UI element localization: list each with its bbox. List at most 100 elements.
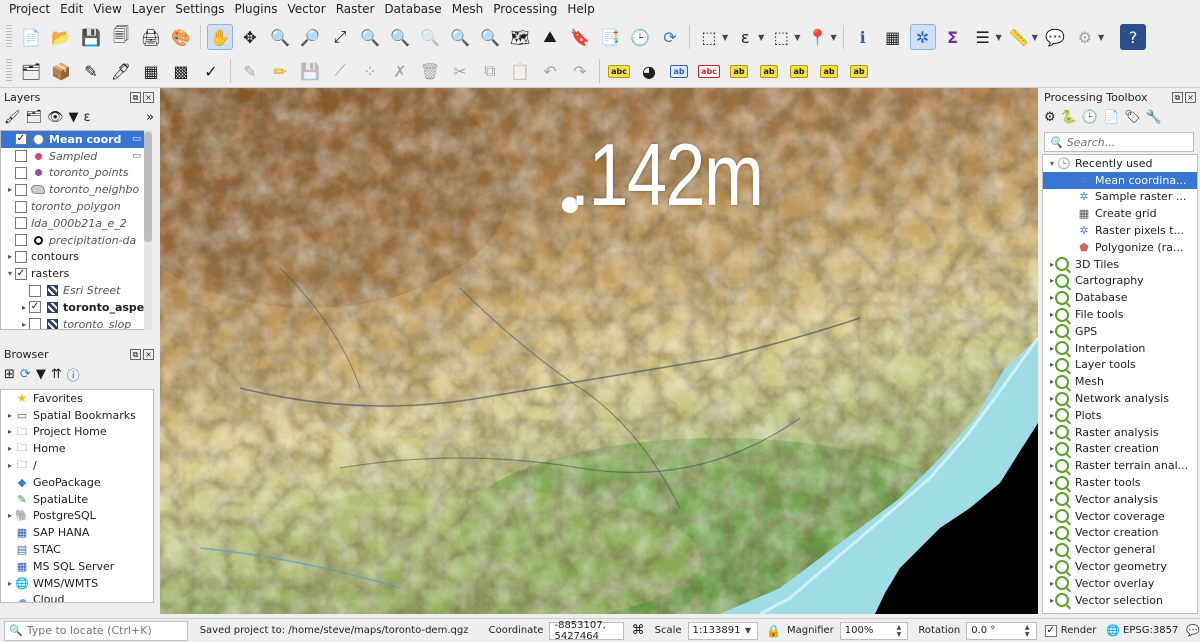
move-label-icon[interactable]: ab xyxy=(786,58,812,84)
expander-icon[interactable]: ▸ xyxy=(5,427,15,436)
layer-checkbox[interactable] xyxy=(15,200,27,213)
locator-input[interactable] xyxy=(26,624,187,637)
expression-filter-icon[interactable]: ε xyxy=(84,110,91,125)
undo-icon[interactable]: ↶ xyxy=(537,58,563,84)
layer-row[interactable]: ▸ ✓ toronto_aspe xyxy=(1,299,151,316)
editing-icon[interactable]: ▭ xyxy=(132,151,141,161)
browser-item[interactable]: ◆ GeoPackage xyxy=(1,474,153,491)
select-by-expression-icon[interactable]: ε xyxy=(732,24,758,50)
copy-icon[interactable]: ⧉ xyxy=(477,58,503,84)
layer-row[interactable]: ▸ contours xyxy=(1,249,151,266)
attribute-table-icon[interactable]: ▦ xyxy=(880,24,906,50)
algorithm-item[interactable]: ✲ Sample raster ... xyxy=(1043,189,1197,206)
layer-checkbox[interactable] xyxy=(29,318,41,329)
deselect-icon[interactable]: ⬚ xyxy=(768,24,794,50)
zoom-in-icon[interactable]: 🔍 xyxy=(267,24,293,50)
layer-checkbox[interactable] xyxy=(15,234,27,247)
layer-checkbox[interactable] xyxy=(15,217,27,230)
toolbar-handle[interactable] xyxy=(6,59,12,83)
coordinate-field[interactable]: -8853107, 5427464 xyxy=(549,620,624,642)
diagram-icon[interactable]: ◕ xyxy=(636,58,662,84)
scrollbar-thumb[interactable] xyxy=(144,132,152,242)
digitize-icon[interactable]: ✎ xyxy=(78,58,104,84)
browser-item[interactable]: ★ Favorites xyxy=(1,390,153,407)
algorithm-group[interactable]: ▸ Plots xyxy=(1043,407,1197,424)
algorithm-group[interactable]: ▸ Network analysis xyxy=(1043,390,1197,407)
zoom-selection-icon[interactable]: 🔍 xyxy=(357,24,383,50)
scale-field[interactable]: 1:133891 ▼ xyxy=(687,621,759,640)
filter-icon[interactable]: ▼ xyxy=(69,110,79,125)
zoom-last-icon[interactable]: 🔍 xyxy=(447,24,473,50)
layer-row[interactable]: precipitation-da xyxy=(1,232,151,249)
vertex-tool-icon[interactable]: ⁘ xyxy=(357,58,383,84)
more-icon[interactable]: » xyxy=(146,110,154,125)
expander-icon[interactable]: ▸ xyxy=(5,185,15,194)
visibility-icon[interactable]: 👁 xyxy=(47,110,64,125)
layer-checkbox[interactable] xyxy=(29,284,41,297)
toolbar-handle[interactable] xyxy=(6,25,12,49)
algorithm-group[interactable]: ▸ File tools xyxy=(1043,306,1197,323)
zoom-full-icon[interactable]: ⤢ xyxy=(327,24,353,50)
browser-item[interactable]: ▦ SAP HANA xyxy=(1,524,153,541)
algorithm-item[interactable]: ▦ Create grid xyxy=(1043,205,1197,222)
browser-item[interactable]: ✎ SpatiaLite xyxy=(1,491,153,508)
chevron-down-icon[interactable]: ▼ xyxy=(758,33,764,42)
statistics-icon[interactable]: Σ xyxy=(940,24,966,50)
menu-project[interactable]: Project xyxy=(4,0,55,19)
show-bookmarks-icon[interactable]: 📑 xyxy=(597,24,623,50)
algorithm-group[interactable]: ▸ Vector coverage xyxy=(1043,508,1197,525)
crs-icon[interactable]: 🌐 xyxy=(1106,624,1120,637)
menu-processing[interactable]: Processing xyxy=(488,0,562,19)
change-label-icon[interactable]: ab xyxy=(846,58,872,84)
select-by-location-icon[interactable]: 📍 xyxy=(804,24,830,50)
map-canvas[interactable]: .142m xyxy=(160,88,1038,614)
expander-icon[interactable]: ▸ xyxy=(5,579,15,588)
algorithm-group[interactable]: ▸ Vector geometry xyxy=(1043,558,1197,575)
delete-selected-icon[interactable]: 🗑 xyxy=(417,58,443,84)
refresh-icon[interactable]: ⟳ xyxy=(20,367,31,382)
algorithm-group[interactable]: ▸ Vector overlay xyxy=(1043,575,1197,592)
layer-row[interactable]: toronto_polygon xyxy=(1,198,151,215)
georeferencer-icon[interactable]: ▩ xyxy=(168,58,194,84)
modify-attributes-icon[interactable]: ✗ xyxy=(387,58,413,84)
expander-icon[interactable]: ▾ xyxy=(1047,159,1057,168)
info-icon[interactable]: ⓘ xyxy=(67,365,80,384)
pin-labels-icon[interactable]: ab xyxy=(726,58,752,84)
menu-database[interactable]: Database xyxy=(379,0,446,19)
lock-icon[interactable]: 🔒 xyxy=(766,624,781,638)
render-checkbox[interactable]: ✓ xyxy=(1044,624,1057,637)
algorithm-group[interactable]: ▸ GPS xyxy=(1043,323,1197,340)
float-icon[interactable]: ⧉ xyxy=(130,91,141,103)
expander-icon[interactable]: ▸ xyxy=(5,252,15,261)
menu-vector[interactable]: Vector xyxy=(282,0,330,19)
algorithm-group[interactable]: ▸ Raster analysis xyxy=(1043,424,1197,441)
show-hide-labels-icon[interactable]: ab xyxy=(756,58,782,84)
layers-scrollbar[interactable] xyxy=(144,130,152,330)
zoom-next-icon[interactable]: 🔍 xyxy=(477,24,503,50)
browser-item[interactable]: ▸ 🗀 / xyxy=(1,457,153,474)
processing-toolbox-icon[interactable]: ✲ xyxy=(909,24,936,50)
toggle-editing-icon[interactable]: ✏ xyxy=(267,58,293,84)
layer-row[interactable]: ▾ ✓ rasters xyxy=(1,265,151,282)
add-selected-icon[interactable]: ⊞ xyxy=(4,367,15,382)
layer-checkbox[interactable]: ✓ xyxy=(15,267,27,280)
layer-checkbox[interactable] xyxy=(15,183,27,196)
expander-icon[interactable]: ▸ xyxy=(5,444,15,453)
map-tips-icon[interactable]: 💬 xyxy=(1042,24,1068,50)
processing-search-input[interactable] xyxy=(1066,135,1187,149)
close-icon[interactable]: × xyxy=(1185,91,1196,103)
chevron-down-icon[interactable]: ▼ xyxy=(1098,33,1104,42)
recently-used-group[interactable]: ▾ 🕒 Recently used xyxy=(1043,155,1197,172)
float-icon[interactable]: ⧉ xyxy=(1172,91,1183,103)
collapse-all-icon[interactable]: ⇈ xyxy=(51,367,62,382)
toggle-extents-icon[interactable]: ⌘ xyxy=(632,623,645,638)
browser-item[interactable]: ▸ 🗀 Project Home xyxy=(1,424,153,441)
menu-layer[interactable]: Layer xyxy=(127,0,170,19)
locator-icon[interactable]: ⚙ xyxy=(1072,24,1098,50)
pencil-icon[interactable]: 🖊 xyxy=(108,58,134,84)
pan-to-selection-icon[interactable]: ✥ xyxy=(237,24,263,50)
zoom-layer-icon[interactable]: 🔍 xyxy=(387,24,413,50)
label-toolbar-icon[interactable]: abc xyxy=(606,58,632,84)
select-features-icon[interactable]: ⬚ xyxy=(696,24,722,50)
algorithm-group[interactable]: ▸ Vector general xyxy=(1043,541,1197,558)
